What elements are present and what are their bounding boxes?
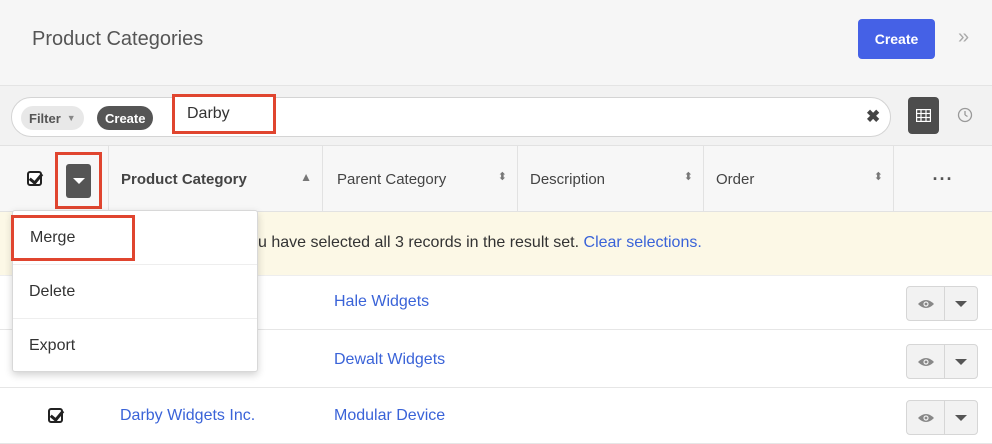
mass-actions-menu: Merge Delete Export <box>11 210 258 373</box>
parent-category-link[interactable]: Dewalt Widgets <box>334 351 445 369</box>
activity-stream-toggle[interactable] <box>952 102 978 128</box>
table-row[interactable]: Darby Widgets Inc. Modular Device <box>0 390 992 444</box>
column-header-description[interactable]: Description ⬍ <box>518 146 704 212</box>
caret-down-icon <box>72 178 85 184</box>
caret-down-icon <box>955 300 967 307</box>
table-header: Product Category ▲ Parent Category ⬍ Des… <box>0 146 992 212</box>
column-label: Description <box>530 170 606 188</box>
mass-actions-highlight <box>55 152 102 209</box>
column-options-header[interactable]: ··· <box>894 146 992 212</box>
row-actions-dropdown[interactable] <box>945 401 977 434</box>
page-header: Product Categories Create » <box>0 0 992 86</box>
preview-button[interactable] <box>907 287 945 320</box>
sort-icon: ⬍ <box>873 171 883 183</box>
create-filter-button[interactable]: Create <box>97 106 154 130</box>
create-button[interactable]: Create <box>858 19 935 59</box>
clear-selections-link[interactable]: Clear selections. <box>584 234 702 251</box>
clear-search-icon[interactable]: ✖ <box>866 107 880 127</box>
eye-icon <box>917 357 934 366</box>
column-header-parent-category[interactable]: Parent Category ⬍ <box>323 146 518 212</box>
caret-down-icon: ▼ <box>66 113 76 123</box>
row-actions <box>906 344 978 379</box>
expand-sidebar-icon[interactable]: » <box>958 26 969 49</box>
caret-down-icon <box>955 358 967 365</box>
select-all-checkbox[interactable] <box>27 171 42 186</box>
sort-asc-icon: ▲ <box>300 170 312 184</box>
column-header-order[interactable]: Order ⬍ <box>704 146 894 212</box>
more-options-icon: ··· <box>932 168 954 189</box>
table-icon <box>916 109 931 122</box>
page-title: Product Categories <box>32 28 204 50</box>
filter-label: Filter <box>29 110 61 126</box>
clock-icon <box>957 107 973 123</box>
column-header-product-category[interactable]: Product Category ▲ <box>109 146 323 212</box>
filter-bar: Filter ▼ Create Darby ✖ <box>0 86 992 146</box>
eye-icon <box>917 299 934 308</box>
column-label: Parent Category <box>337 170 447 188</box>
product-category-link[interactable]: Darby Widgets Inc. <box>120 407 255 425</box>
parent-category-link[interactable]: Modular Device <box>334 407 445 425</box>
column-label: Product Category <box>121 170 247 188</box>
search-input[interactable]: Darby <box>172 94 276 134</box>
row-actions-dropdown[interactable] <box>945 287 977 320</box>
sort-icon: ⬍ <box>497 171 507 183</box>
menu-item-export[interactable]: Export <box>13 319 257 373</box>
list-view-toggle[interactable] <box>908 97 939 134</box>
row-actions <box>906 286 978 321</box>
column-label: Order <box>716 170 755 188</box>
selection-alert-text: u have selected all 3 records in the res… <box>258 234 702 252</box>
menu-item-delete[interactable]: Delete <box>13 265 257 319</box>
eye-icon <box>917 413 934 422</box>
row-actions-dropdown[interactable] <box>945 345 977 378</box>
search-box[interactable]: Filter ▼ Create Darby ✖ <box>11 94 891 137</box>
filter-dropdown[interactable]: Filter ▼ <box>21 106 84 130</box>
row-checkbox[interactable] <box>48 408 63 423</box>
parent-category-link[interactable]: Hale Widgets <box>334 293 429 311</box>
preview-button[interactable] <box>907 401 945 434</box>
preview-button[interactable] <box>907 345 945 378</box>
caret-down-icon <box>955 414 967 421</box>
menu-item-merge[interactable]: Merge <box>11 215 135 261</box>
sort-icon: ⬍ <box>683 171 693 183</box>
row-actions <box>906 400 978 435</box>
alert-message: u have selected all 3 records in the res… <box>258 234 584 251</box>
mass-actions-dropdown[interactable] <box>66 164 91 198</box>
